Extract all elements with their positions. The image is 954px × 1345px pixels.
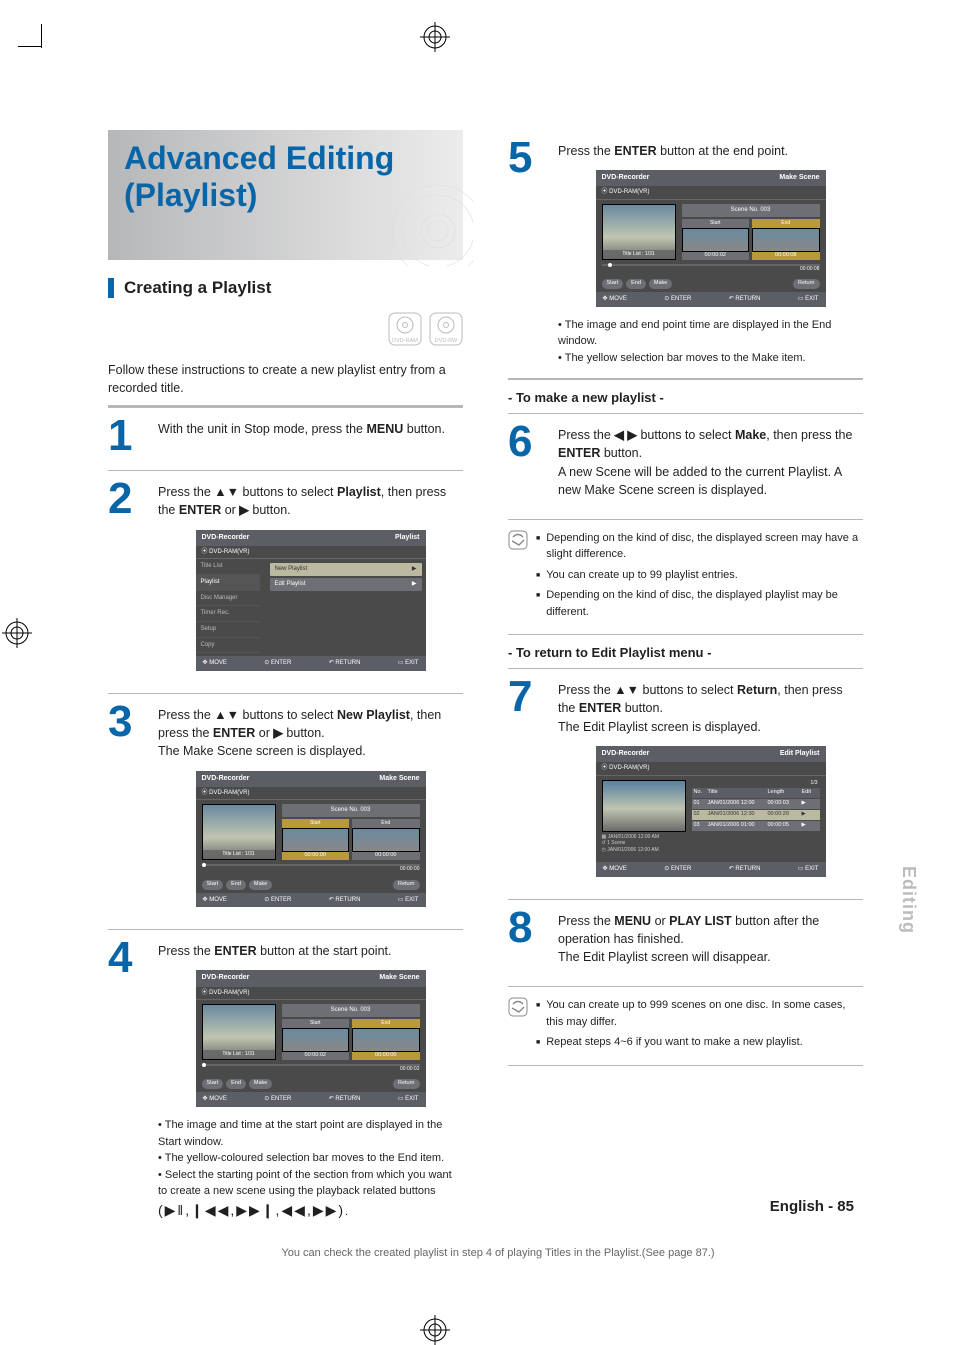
osd-make-scene: DVD-RecorderMake Scene ⦿ DVD-RAM(VR) Tit…: [596, 170, 826, 307]
step-number: 8: [508, 906, 558, 950]
step-8: 8 Press the MENU or PLAY LIST button aft…: [508, 899, 863, 978]
note-block: ■Depending on the kind of disc, the disp…: [508, 519, 863, 636]
step-number: 6: [508, 420, 558, 464]
osd-make-scene: DVD-RecorderMake Scene ⦿ DVD-RAM(VR) Tit…: [196, 771, 426, 908]
registration-mark-icon: [420, 22, 450, 52]
osd-edit-playlist: DVD-RecorderEdit Playlist ⦿ DVD-RAM(VR) …: [596, 746, 826, 877]
dvd-ram-badge-icon: DVD-RAM: [388, 312, 422, 346]
title-line-1: Advanced Editing: [124, 140, 394, 176]
step-number: 7: [508, 675, 558, 719]
dvd-rw-badge-icon: DVD-RW: [429, 312, 463, 346]
page-number: English - 85: [770, 1198, 854, 1215]
side-tab: Editing: [898, 866, 919, 934]
title-line-2: (Playlist): [124, 177, 257, 213]
osd-make-scene: DVD-RecorderMake Scene ⦿ DVD-RAM(VR) Tit…: [196, 970, 426, 1107]
svg-text:DVD-RAM: DVD-RAM: [392, 338, 418, 344]
note-icon: [508, 530, 528, 550]
step-2: 2 Press the ▲▼ buttons to select Playlis…: [108, 470, 463, 693]
step-number: 5: [508, 136, 558, 180]
note-block: ■You can create up to 999 scenes on one …: [508, 986, 863, 1066]
divider: [508, 378, 863, 380]
step-number: 2: [108, 477, 158, 521]
step-number: 1: [108, 414, 158, 458]
registration-mark-icon: [420, 1315, 450, 1345]
section-heading: Creating a Playlist: [108, 278, 463, 298]
step-7: 7 Press the ▲▼ buttons to select Return,…: [508, 668, 863, 898]
sub-heading-make: - To make a new playlist -: [508, 390, 863, 405]
step-6: 6 Press the ◀ ▶ buttons to select Make, …: [508, 413, 863, 511]
note-icon: [508, 997, 528, 1017]
transport-icons: (▶‖,❙◀◀,▶▶❙,◀◀,▶▶): [158, 1202, 345, 1218]
svg-text:DVD-RW: DVD-RW: [435, 338, 458, 344]
cross-reference: You can check the created playlist in st…: [108, 1247, 888, 1259]
registration-mark-icon: [2, 618, 32, 648]
step-3: 3 Press the ▲▼ buttons to select New Pla…: [108, 693, 463, 929]
step-5: 5 Press the ENTER button at the end poin…: [508, 130, 863, 378]
title-banner: Advanced Editing (Playlist): [108, 130, 463, 260]
crop-mark: [41, 24, 42, 48]
step-number: 3: [108, 700, 158, 744]
step-1: 1 With the unit in Stop mode, press the …: [108, 407, 463, 470]
osd-playlist-menu: DVD-RecorderPlaylist ⦿ DVD-RAM(VR) Title…: [196, 530, 426, 672]
intro-text: Follow these instructions to create a ne…: [108, 361, 463, 397]
step-number: 4: [108, 936, 158, 980]
step-4: 4 Press the ENTER button at the start po…: [108, 929, 463, 1232]
disc-icon: [373, 166, 473, 266]
crop-mark: [18, 46, 42, 47]
sub-heading-edit: - To return to Edit Playlist menu -: [508, 645, 863, 660]
